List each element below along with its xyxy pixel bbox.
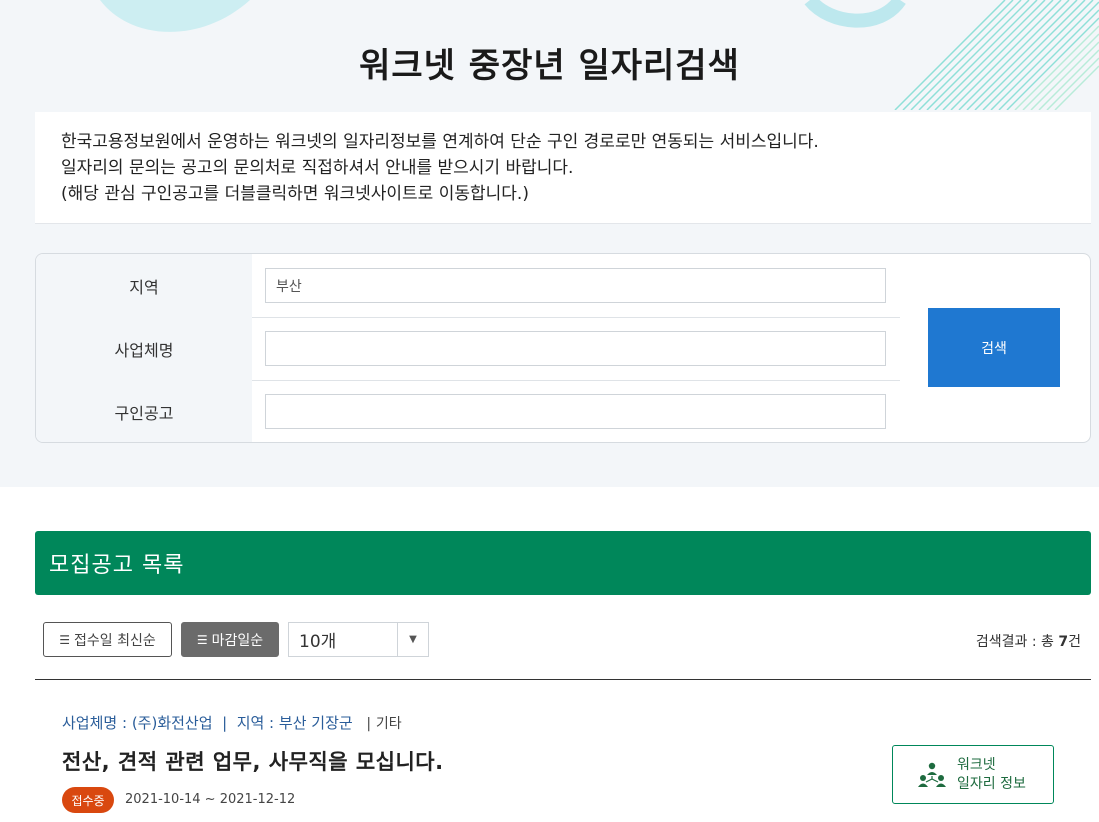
- job-posting-label: 구인공고: [36, 380, 252, 442]
- company-label: 사업체명: [36, 317, 252, 380]
- worknet-job-info-button[interactable]: 워크넷 일자리 정보: [892, 745, 1054, 804]
- meta-separator: |: [217, 714, 232, 732]
- service-notice: 한국고용정보원에서 운영하는 워크넷의 일자리정보를 연계하여 단순 구인 경로…: [35, 112, 1091, 224]
- region-input[interactable]: [265, 268, 886, 303]
- job-meta: 사업체명 : (주)화전산업 | 지역 : 부산 기장군 | 기타: [62, 712, 402, 733]
- job-posting-input[interactable]: [265, 394, 886, 429]
- hero-section: 워크넷 중장년 일자리검색 한국고용정보원에서 운영하는 워크넷의 일자리정보를…: [0, 0, 1099, 487]
- company-input[interactable]: [265, 331, 886, 366]
- region-label: 지역: [36, 254, 252, 317]
- etc-separator: |: [357, 716, 372, 732]
- region-meta-label: 지역 :: [236, 714, 275, 732]
- search-form: 지역 사업체명 구인공고 검색: [35, 253, 1091, 443]
- status-badge: 접수중: [62, 787, 114, 813]
- page-title: 워크넷 중장년 일자리검색: [359, 46, 740, 86]
- job-dates: 2021-10-14 ~ 2021-12-12: [125, 792, 296, 807]
- region-row: 지역: [36, 254, 900, 318]
- sort-deadline-label: 마감일순: [211, 632, 264, 649]
- company-meta-label: 사업체명 :: [62, 714, 128, 732]
- per-page-select[interactable]: 10개 ▼: [288, 622, 429, 657]
- worknet-line1: 워크넷: [957, 756, 996, 773]
- job-title[interactable]: 전산, 견적 관련 업무, 사무직을 모십니다.: [62, 746, 444, 776]
- sort-latest-label: 접수일 최신순: [74, 632, 156, 649]
- list-divider: [35, 679, 1091, 680]
- sort-deadline-button[interactable]: ☰ 마감일순: [181, 622, 279, 657]
- search-button[interactable]: 검색: [928, 308, 1060, 387]
- result-suffix: 건: [1068, 634, 1081, 650]
- job-category: 기타: [375, 716, 402, 732]
- job-row: 구인공고: [36, 380, 900, 442]
- notice-line: 한국고용정보원에서 운영하는 워크넷의 일자리정보를 연계하여 단순 구인 경로…: [61, 132, 819, 152]
- result-count: 검색결과 : 총 7건: [976, 631, 1081, 651]
- worknet-button-text: 워크넷 일자리 정보: [957, 756, 1026, 794]
- per-page-value: 10개: [299, 632, 337, 652]
- sort-latest-button[interactable]: ☰ 접수일 최신순: [43, 622, 172, 657]
- company-row: 사업체명: [36, 317, 900, 381]
- result-prefix: 검색결과 : 총: [975, 634, 1054, 650]
- caret-down-icon[interactable]: ▼: [397, 623, 428, 656]
- list-icon: ☰: [196, 632, 208, 647]
- notice-line: 일자리의 문의는 공고의 문의처로 직접하셔서 안내를 받으시기 바랍니다.: [61, 158, 574, 178]
- worknet-line2: 일자리 정보: [957, 775, 1026, 792]
- company-name: (주)화전산업: [131, 714, 213, 732]
- people-icon: [918, 762, 946, 787]
- job-list-header: 모집공고 목록: [35, 531, 1091, 595]
- result-number: 7: [1058, 634, 1069, 650]
- notice-line: (해당 관심 구인공고를 더블클릭하면 워크넷사이트로 이동합니다.): [61, 184, 529, 204]
- region-name: 부산 기장군: [278, 714, 353, 732]
- list-icon: ☰: [59, 632, 71, 647]
